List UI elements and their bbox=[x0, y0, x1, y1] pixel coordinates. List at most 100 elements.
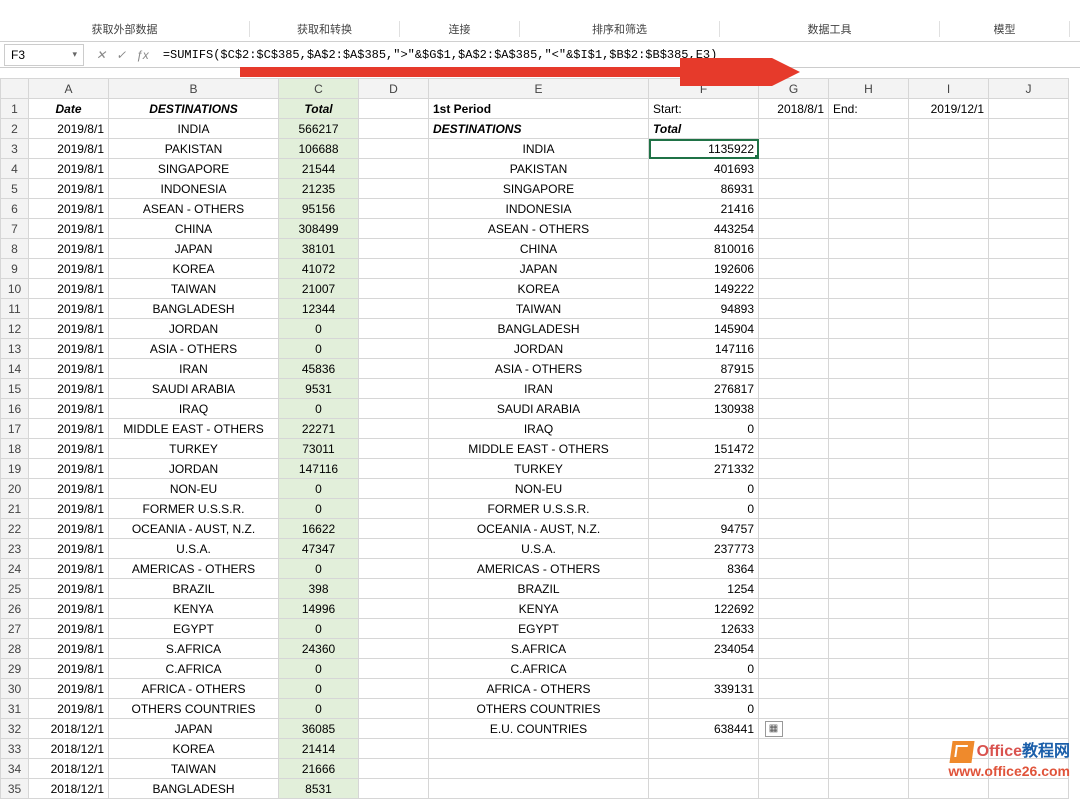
cell[interactable]: NON-EU bbox=[429, 479, 649, 499]
cell[interactable] bbox=[759, 739, 829, 759]
cell[interactable]: OTHERS COUNTRIES bbox=[429, 699, 649, 719]
cell[interactable] bbox=[989, 319, 1069, 339]
cell[interactable]: 147116 bbox=[279, 459, 359, 479]
cell[interactable] bbox=[759, 319, 829, 339]
cell[interactable]: 2019/8/1 bbox=[29, 599, 109, 619]
cell[interactable] bbox=[429, 739, 649, 759]
cell[interactable]: 21416 bbox=[649, 199, 759, 219]
row-header[interactable]: 16 bbox=[1, 399, 29, 419]
cell[interactable]: JAPAN bbox=[429, 259, 649, 279]
col-header-G[interactable]: G bbox=[759, 79, 829, 99]
cell[interactable]: NON-EU bbox=[109, 479, 279, 499]
cell[interactable]: 2018/12/1 bbox=[29, 719, 109, 739]
cell[interactable] bbox=[909, 359, 989, 379]
cell-E1[interactable]: 1st Period bbox=[429, 99, 649, 119]
cell[interactable] bbox=[359, 619, 429, 639]
cell[interactable] bbox=[429, 759, 649, 779]
cell[interactable] bbox=[359, 739, 429, 759]
cell[interactable]: IRAQ bbox=[109, 399, 279, 419]
cell[interactable] bbox=[829, 219, 909, 239]
row-header[interactable]: 29 bbox=[1, 659, 29, 679]
cell[interactable]: C.AFRICA bbox=[109, 659, 279, 679]
cell-D1[interactable] bbox=[359, 99, 429, 119]
cell[interactable]: 0 bbox=[279, 479, 359, 499]
cell[interactable]: 2019/8/1 bbox=[29, 459, 109, 479]
cell[interactable] bbox=[829, 639, 909, 659]
cell[interactable]: 145904 bbox=[649, 319, 759, 339]
cell[interactable]: 8364 bbox=[649, 559, 759, 579]
cell[interactable]: 24360 bbox=[279, 639, 359, 659]
col-header-I[interactable]: I bbox=[909, 79, 989, 99]
cell[interactable]: 2019/8/1 bbox=[29, 439, 109, 459]
cell[interactable]: 21666 bbox=[279, 759, 359, 779]
cell[interactable]: AMERICAS - OTHERS bbox=[109, 559, 279, 579]
cell[interactable] bbox=[829, 299, 909, 319]
cell[interactable] bbox=[359, 419, 429, 439]
cell[interactable] bbox=[649, 739, 759, 759]
cell[interactable] bbox=[909, 199, 989, 219]
cell[interactable] bbox=[359, 279, 429, 299]
cell[interactable] bbox=[989, 679, 1069, 699]
cell[interactable] bbox=[359, 179, 429, 199]
cell[interactable]: 38101 bbox=[279, 239, 359, 259]
cell[interactable]: 2018/12/1 bbox=[29, 739, 109, 759]
row-header[interactable]: 30 bbox=[1, 679, 29, 699]
cell[interactable]: 8531 bbox=[279, 779, 359, 799]
cell[interactable]: 2019/8/1 bbox=[29, 279, 109, 299]
cell[interactable]: 2018/12/1 bbox=[29, 779, 109, 799]
cell[interactable]: MIDDLE EAST - OTHERS bbox=[429, 439, 649, 459]
cell[interactable] bbox=[909, 559, 989, 579]
cell[interactable] bbox=[829, 139, 909, 159]
cell[interactable] bbox=[909, 379, 989, 399]
cell[interactable] bbox=[829, 319, 909, 339]
cell-H1[interactable]: End: bbox=[829, 99, 909, 119]
cell[interactable] bbox=[759, 639, 829, 659]
cell[interactable] bbox=[759, 699, 829, 719]
cell[interactable] bbox=[359, 679, 429, 699]
cell[interactable] bbox=[829, 679, 909, 699]
cell[interactable] bbox=[759, 179, 829, 199]
cell[interactable] bbox=[989, 459, 1069, 479]
enter-icon[interactable]: ✓ bbox=[116, 48, 126, 62]
cell[interactable]: 2019/8/1 bbox=[29, 659, 109, 679]
cell[interactable]: 1254 bbox=[649, 579, 759, 599]
row-header[interactable]: 17 bbox=[1, 419, 29, 439]
cell[interactable] bbox=[829, 539, 909, 559]
cell[interactable]: 2019/8/1 bbox=[29, 259, 109, 279]
cell[interactable]: 2019/8/1 bbox=[29, 159, 109, 179]
cell[interactable] bbox=[829, 599, 909, 619]
cell[interactable] bbox=[909, 639, 989, 659]
cell-J1[interactable] bbox=[989, 99, 1069, 119]
cell[interactable] bbox=[989, 419, 1069, 439]
cell[interactable] bbox=[359, 259, 429, 279]
cell[interactable]: 21544 bbox=[279, 159, 359, 179]
cell[interactable] bbox=[829, 119, 909, 139]
cell[interactable]: AFRICA - OTHERS bbox=[429, 679, 649, 699]
cell[interactable]: JORDAN bbox=[109, 319, 279, 339]
cell[interactable]: 398 bbox=[279, 579, 359, 599]
row-header[interactable]: 4 bbox=[1, 159, 29, 179]
cell[interactable] bbox=[989, 539, 1069, 559]
cell[interactable] bbox=[989, 359, 1069, 379]
row-header[interactable]: 14 bbox=[1, 359, 29, 379]
cell[interactable]: 237773 bbox=[649, 539, 759, 559]
cell[interactable] bbox=[759, 359, 829, 379]
col-header-F[interactable]: F bbox=[649, 79, 759, 99]
cell[interactable]: 45836 bbox=[279, 359, 359, 379]
cell[interactable] bbox=[909, 159, 989, 179]
cell[interactable] bbox=[759, 779, 829, 799]
cell[interactable]: JAPAN bbox=[109, 719, 279, 739]
row-header[interactable]: 23 bbox=[1, 539, 29, 559]
cell[interactable] bbox=[359, 119, 429, 139]
cell[interactable]: BRAZIL bbox=[109, 579, 279, 599]
cell[interactable] bbox=[759, 139, 829, 159]
cell[interactable]: 2019/8/1 bbox=[29, 239, 109, 259]
cell[interactable]: SINGAPORE bbox=[109, 159, 279, 179]
cell[interactable]: CHINA bbox=[109, 219, 279, 239]
cell[interactable]: 0 bbox=[649, 659, 759, 679]
cell[interactable] bbox=[989, 499, 1069, 519]
cell[interactable] bbox=[829, 499, 909, 519]
cell[interactable] bbox=[759, 419, 829, 439]
cell[interactable] bbox=[829, 479, 909, 499]
cell[interactable]: INDONESIA bbox=[429, 199, 649, 219]
